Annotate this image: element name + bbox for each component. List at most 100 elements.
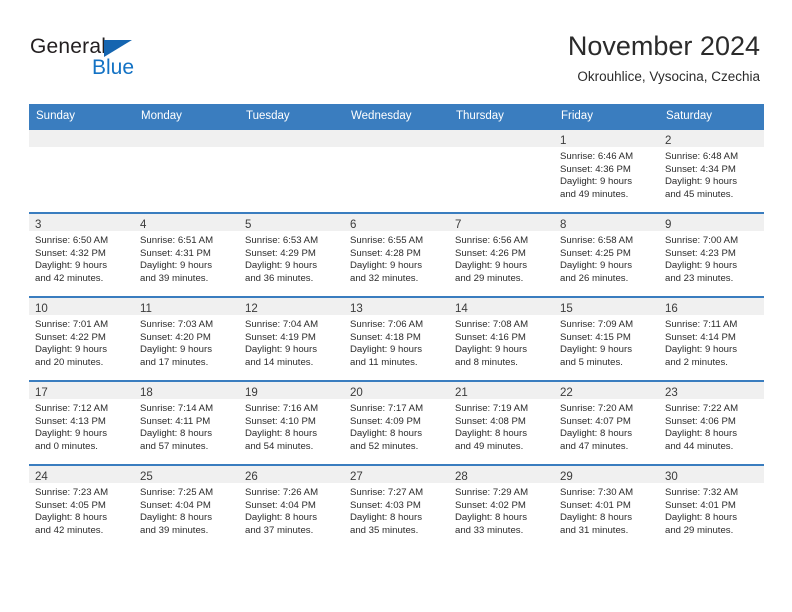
daylight-text-line1: Daylight: 9 hours <box>350 260 422 272</box>
day-cell[interactable]: 8 Sunrise: 6:58 AM Sunset: 4:25 PM Daylight… <box>554 212 659 296</box>
day-cell[interactable]: 7 Sunrise: 6:56 AM Sunset: 4:26 PM Daylight… <box>449 212 554 296</box>
daylight-text-line2: and 49 minutes. <box>560 188 629 200</box>
day-cell[interactable]: 10 Sunrise: 7:01 AM Sunset: 4:22 PM Dayligh… <box>29 296 134 380</box>
day-number-band <box>239 130 344 147</box>
day-cell[interactable]: 24 Sunrise: 7:23 AM Sunset: 4:05 PM Dayligh… <box>29 464 134 548</box>
day-cell[interactable]: 3 Sunrise: 6:50 AM Sunset: 4:32 PM Daylight… <box>29 212 134 296</box>
day-number: 12 <box>245 303 258 315</box>
daylight-text-line1: Daylight: 8 hours <box>455 428 527 440</box>
day-details: Sunrise: 7:30 AM Sunset: 4:01 PM Daylight:… <box>554 483 659 537</box>
day-cell[interactable]: 6 Sunrise: 6:55 AM Sunset: 4:28 PM Daylight… <box>344 212 449 296</box>
day-number-band: 3 <box>29 214 134 231</box>
daylight-text-line1: Daylight: 9 hours <box>665 176 737 188</box>
sunset-text: Sunset: 4:04 PM <box>245 499 316 511</box>
sunset-text: Sunset: 4:11 PM <box>140 415 211 427</box>
day-cell[interactable]: 12 Sunrise: 7:04 AM Sunset: 4:19 PM Dayligh… <box>239 296 344 380</box>
day-cell[interactable]: 4 Sunrise: 6:51 AM Sunset: 4:31 PM Daylight… <box>134 212 239 296</box>
sunset-text: Sunset: 4:05 PM <box>35 499 106 511</box>
day-number-band: 30 <box>659 466 764 483</box>
daylight-text-line1: Daylight: 8 hours <box>140 428 212 440</box>
day-number: 3 <box>35 219 42 231</box>
day-cell[interactable]: 20 Sunrise: 7:17 AM Sunset: 4:09 PM Dayligh… <box>344 380 449 464</box>
day-number: 14 <box>455 303 468 315</box>
day-cell[interactable]: 2 Sunrise: 6:48 AM Sunset: 4:34 PM Daylight… <box>659 128 764 212</box>
day-details: Sunrise: 6:46 AM Sunset: 4:36 PM Daylight:… <box>554 147 659 201</box>
sunrise-text: Sunrise: 6:56 AM <box>455 235 529 246</box>
day-cell[interactable]: 1 Sunrise: 6:46 AM Sunset: 4:36 PM Daylight… <box>554 128 659 212</box>
daylight-text-line2: and 0 minutes. <box>35 440 98 452</box>
calendar-body: 1 Sunrise: 6:46 AM Sunset: 4:36 PM Daylight… <box>29 128 764 548</box>
calendar-day-cell: 8 Sunrise: 6:58 AM Sunset: 4:25 PM Daylight… <box>554 212 659 296</box>
sunrise-text: Sunrise: 7:09 AM <box>560 319 634 330</box>
day-number-band: 18 <box>134 382 239 399</box>
day-number: 19 <box>245 387 258 399</box>
day-cell[interactable]: 26 Sunrise: 7:26 AM Sunset: 4:04 PM Dayligh… <box>239 464 344 548</box>
day-cell[interactable]: 15 Sunrise: 7:09 AM Sunset: 4:15 PM Dayligh… <box>554 296 659 380</box>
day-number-band <box>344 130 449 147</box>
daylight-text-line2: and 54 minutes. <box>245 440 314 452</box>
day-cell[interactable]: 27 Sunrise: 7:27 AM Sunset: 4:03 PM Dayligh… <box>344 464 449 548</box>
day-cell[interactable]: 22 Sunrise: 7:20 AM Sunset: 4:07 PM Dayligh… <box>554 380 659 464</box>
sunrise-text: Sunrise: 7:03 AM <box>140 319 214 330</box>
weekday-header-wednesday: Wednesday <box>344 104 449 128</box>
day-cell[interactable]: 29 Sunrise: 7:30 AM Sunset: 4:01 PM Dayligh… <box>554 464 659 548</box>
day-cell-empty <box>344 128 449 212</box>
weekday-header-tuesday: Tuesday <box>239 104 344 128</box>
calendar-day-cell: 3 Sunrise: 6:50 AM Sunset: 4:32 PM Daylight… <box>29 212 134 296</box>
day-number-band: 23 <box>659 382 764 399</box>
day-number-band <box>134 130 239 147</box>
sunset-text: Sunset: 4:25 PM <box>560 247 631 259</box>
day-cell[interactable]: 21 Sunrise: 7:19 AM Sunset: 4:08 PM Dayligh… <box>449 380 554 464</box>
calendar-day-cell: 18 Sunrise: 7:14 AM Sunset: 4:11 PM Dayligh… <box>134 380 239 464</box>
sunset-text: Sunset: 4:14 PM <box>665 331 736 343</box>
sunrise-text: Sunrise: 7:27 AM <box>350 487 424 498</box>
day-cell[interactable]: 5 Sunrise: 6:53 AM Sunset: 4:29 PM Daylight… <box>239 212 344 296</box>
day-cell[interactable]: 18 Sunrise: 7:14 AM Sunset: 4:11 PM Dayligh… <box>134 380 239 464</box>
day-details: Sunrise: 7:17 AM Sunset: 4:09 PM Daylight:… <box>344 399 449 453</box>
calendar-day-cell: 1 Sunrise: 6:46 AM Sunset: 4:36 PM Daylight… <box>554 128 659 212</box>
sunrise-text: Sunrise: 7:25 AM <box>140 487 214 498</box>
day-number-band: 17 <box>29 382 134 399</box>
day-details: Sunrise: 7:20 AM Sunset: 4:07 PM Daylight:… <box>554 399 659 453</box>
daylight-text-line2: and 14 minutes. <box>245 356 314 368</box>
day-cell[interactable]: 28 Sunrise: 7:29 AM Sunset: 4:02 PM Dayligh… <box>449 464 554 548</box>
daylight-text-line2: and 5 minutes. <box>560 356 623 368</box>
daylight-text-line1: Daylight: 9 hours <box>560 260 632 272</box>
day-cell[interactable]: 25 Sunrise: 7:25 AM Sunset: 4:04 PM Dayligh… <box>134 464 239 548</box>
day-number: 17 <box>35 387 48 399</box>
calendar-day-cell: 21 Sunrise: 7:19 AM Sunset: 4:08 PM Dayligh… <box>449 380 554 464</box>
day-details: Sunrise: 6:50 AM Sunset: 4:32 PM Daylight:… <box>29 231 134 285</box>
day-number-band: 14 <box>449 298 554 315</box>
day-number-band: 9 <box>659 214 764 231</box>
day-number: 29 <box>560 471 573 483</box>
day-cell[interactable]: 13 Sunrise: 7:06 AM Sunset: 4:18 PM Dayligh… <box>344 296 449 380</box>
day-cell[interactable]: 14 Sunrise: 7:08 AM Sunset: 4:16 PM Dayligh… <box>449 296 554 380</box>
daylight-text-line2: and 57 minutes. <box>140 440 209 452</box>
day-number-band: 29 <box>554 466 659 483</box>
calendar-day-cell: 6 Sunrise: 6:55 AM Sunset: 4:28 PM Daylight… <box>344 212 449 296</box>
sunset-text: Sunset: 4:29 PM <box>245 247 316 259</box>
day-details: Sunrise: 7:26 AM Sunset: 4:04 PM Daylight:… <box>239 483 344 537</box>
sunset-text: Sunset: 4:23 PM <box>665 247 736 259</box>
day-cell[interactable]: 23 Sunrise: 7:22 AM Sunset: 4:06 PM Dayligh… <box>659 380 764 464</box>
day-cell[interactable]: 16 Sunrise: 7:11 AM Sunset: 4:14 PM Dayligh… <box>659 296 764 380</box>
calendar-day-cell: 22 Sunrise: 7:20 AM Sunset: 4:07 PM Dayligh… <box>554 380 659 464</box>
daylight-text-line2: and 31 minutes. <box>560 524 629 536</box>
general-blue-logo[interactable]: General Blue <box>30 36 200 86</box>
day-cell[interactable]: 19 Sunrise: 7:16 AM Sunset: 4:10 PM Dayligh… <box>239 380 344 464</box>
day-cell[interactable]: 30 Sunrise: 7:32 AM Sunset: 4:01 PM Dayligh… <box>659 464 764 548</box>
day-number-band: 13 <box>344 298 449 315</box>
sunset-text: Sunset: 4:08 PM <box>455 415 526 427</box>
day-cell[interactable]: 9 Sunrise: 7:00 AM Sunset: 4:23 PM Daylight… <box>659 212 764 296</box>
day-number-band: 24 <box>29 466 134 483</box>
day-number: 16 <box>665 303 678 315</box>
day-cell-empty <box>134 128 239 212</box>
daylight-text-line2: and 39 minutes. <box>140 524 209 536</box>
day-number: 6 <box>350 219 357 231</box>
sunset-text: Sunset: 4:22 PM <box>35 331 106 343</box>
daylight-text-line1: Daylight: 9 hours <box>140 344 212 356</box>
day-cell[interactable]: 17 Sunrise: 7:12 AM Sunset: 4:13 PM Dayligh… <box>29 380 134 464</box>
day-cell[interactable]: 11 Sunrise: 7:03 AM Sunset: 4:20 PM Dayligh… <box>134 296 239 380</box>
day-details: Sunrise: 6:48 AM Sunset: 4:34 PM Daylight:… <box>659 147 764 201</box>
sunset-text: Sunset: 4:09 PM <box>350 415 421 427</box>
